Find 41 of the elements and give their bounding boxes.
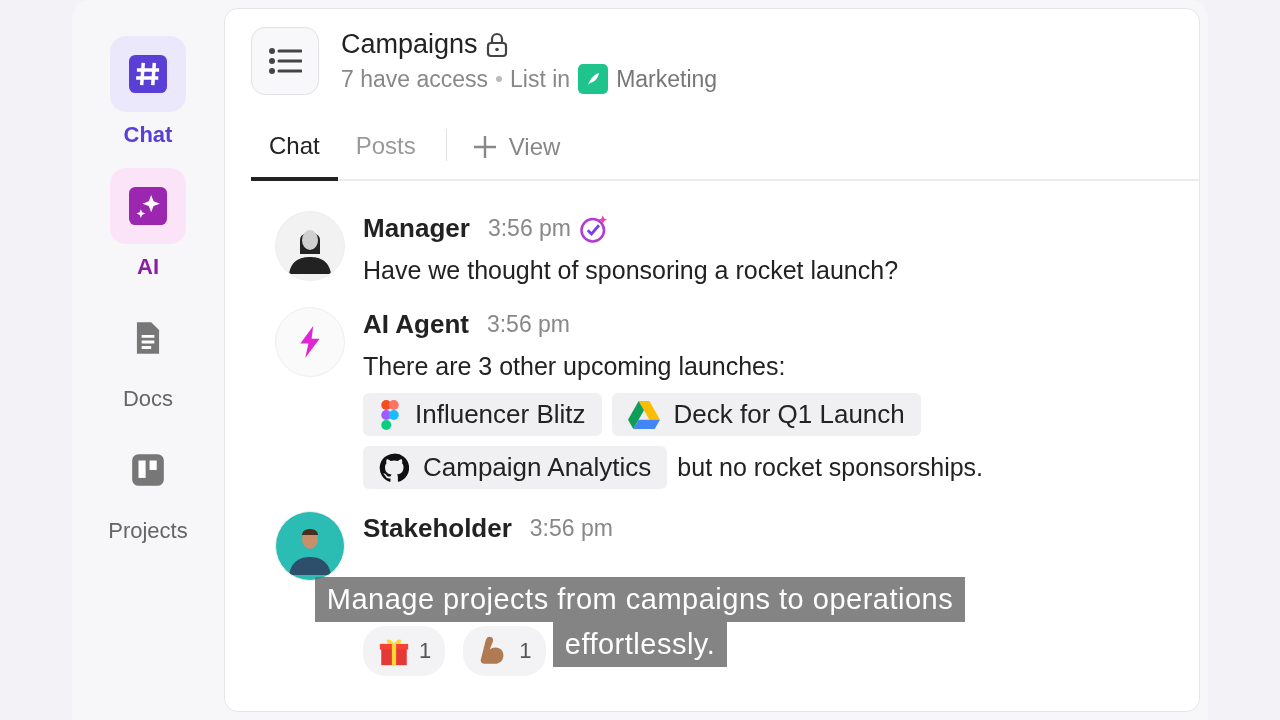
lock-icon [485, 31, 508, 58]
sparkle-icon [129, 187, 167, 225]
space-icon [578, 64, 609, 94]
figma-icon [379, 399, 401, 430]
message-time: 3:56 pm [529, 515, 613, 542]
tab[interactable]: Chat [251, 115, 338, 181]
author-name: Manager [363, 213, 470, 244]
message-text: There are 3 other upcoming launches: [363, 352, 787, 381]
dot-separator-icon [496, 76, 503, 82]
author-name: AI Agent [363, 309, 469, 340]
plus-icon [472, 135, 497, 159]
nav-label: Docs [122, 386, 174, 412]
message-text: Have we thought of sponsoring a rocket launch? [363, 256, 899, 285]
nav-button[interactable] [110, 168, 186, 244]
message-text: but no rocket sponsorships. [677, 453, 984, 482]
github-icon [379, 452, 409, 483]
reaction[interactable]: 1 [463, 626, 546, 676]
nav-button[interactable] [110, 36, 186, 112]
add-view-button[interactable]: View [458, 115, 575, 179]
lightning-icon [300, 326, 320, 358]
list-location: List in [510, 65, 571, 93]
nav-label: Projects [108, 518, 188, 544]
hash-icon [129, 55, 167, 93]
space-link[interactable]: Marketing [616, 65, 718, 93]
message-time: 3:56 pm [486, 311, 571, 338]
list-icon [268, 46, 302, 76]
video-caption: effortlessly. [552, 622, 728, 667]
linked-item[interactable]: Deck for Q1 Launch [611, 393, 921, 436]
board-icon [129, 451, 167, 489]
drive-icon [627, 400, 660, 429]
list-title: Campaigns [341, 29, 478, 60]
list-button[interactable] [251, 27, 319, 95]
linked-item[interactable]: Influencer Blitz [363, 393, 602, 436]
video-caption: Manage projects from campaigns to operations [314, 577, 966, 622]
access-count: 7 have access [341, 65, 489, 93]
reaction[interactable]: 1 [363, 626, 446, 676]
message-time: 3:56 pm [487, 215, 572, 242]
nav-label: Chat [123, 122, 173, 148]
linked-item[interactable]: Campaign Analytics [363, 446, 668, 489]
author-name: Stakeholder [363, 513, 512, 544]
nav-label: AI [137, 254, 159, 280]
